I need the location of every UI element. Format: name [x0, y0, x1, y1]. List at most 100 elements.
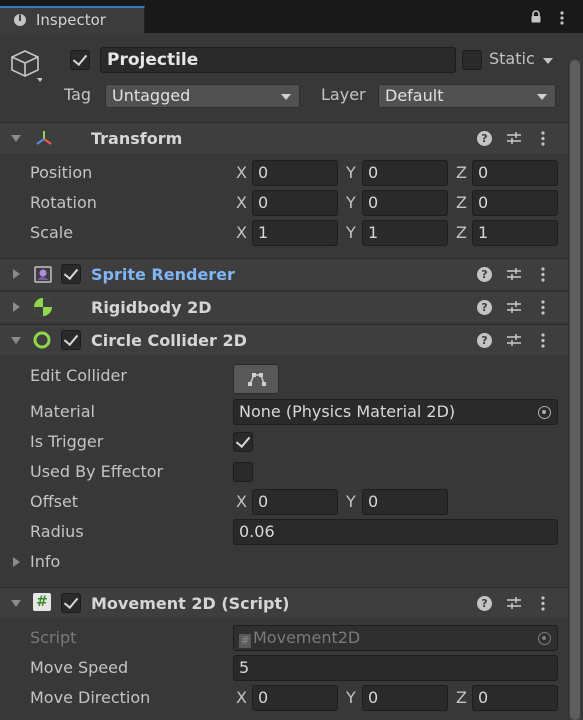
offset-y-axis: Y	[346, 492, 356, 511]
info-icon	[14, 11, 26, 26]
rigidbody-foldout-icon[interactable]	[13, 302, 20, 312]
sprite-renderer-enabled-checkbox[interactable]	[61, 264, 81, 284]
movement-header[interactable]: # Movement 2D (Script) ?	[0, 587, 568, 618]
context-menu-icon[interactable]	[541, 267, 545, 282]
transform-title: Transform	[91, 129, 183, 148]
move-speed-label: Move Speed	[30, 658, 129, 677]
presets-icon[interactable]	[506, 131, 522, 145]
edit-collider-button[interactable]	[233, 364, 279, 394]
radius-field[interactable]: 0.06	[233, 519, 558, 545]
gameobject-name-input[interactable]: Projectile	[100, 47, 456, 73]
transform-header[interactable]: Transform ?	[0, 122, 568, 153]
rotation-z-field[interactable]: 0	[472, 190, 558, 216]
script-file-icon: #	[239, 634, 251, 648]
sprite-renderer-title: Sprite Renderer	[91, 265, 235, 284]
scale-x-field[interactable]: 1	[252, 220, 338, 246]
offset-x-field[interactable]: 0	[252, 489, 338, 515]
rotation-x-field[interactable]: 0	[252, 190, 338, 216]
layer-label: Layer	[321, 85, 366, 104]
rotation-label: Rotation	[30, 193, 97, 212]
context-menu-icon[interactable]	[541, 333, 545, 348]
move-speed-field[interactable]: 5	[233, 655, 558, 681]
gameobject-cube-icon[interactable]	[10, 48, 42, 84]
circle-collider-foldout-icon[interactable]	[11, 337, 21, 344]
used-by-effector-label: Used By Effector	[30, 462, 164, 481]
position-x-field[interactable]: 0	[252, 160, 338, 186]
circle-collider-header[interactable]: Circle Collider 2D ?	[0, 324, 568, 355]
help-icon[interactable]: ?	[477, 333, 492, 348]
rigidbody-header[interactable]: Rigidbody 2D ?	[0, 291, 568, 322]
info-foldout-icon[interactable]	[13, 557, 20, 567]
position-x-axis: X	[236, 163, 247, 182]
context-menu-icon[interactable]	[541, 596, 545, 611]
help-icon[interactable]: ?	[477, 131, 492, 146]
direction-x-axis: X	[236, 688, 247, 707]
scale-z-axis: Z	[456, 223, 467, 242]
is-trigger-label: Is Trigger	[30, 432, 104, 451]
direction-y-field[interactable]: 0	[362, 685, 448, 711]
gameobject-active-checkbox[interactable]	[70, 50, 90, 70]
scale-x-axis: X	[236, 223, 247, 242]
sprite-renderer-header[interactable]: Sprite Renderer ?	[0, 258, 568, 289]
rotation-y-field[interactable]: 0	[362, 190, 448, 216]
script-hash-icon: #	[33, 593, 51, 611]
tab-inspector-label: Inspector	[36, 11, 106, 29]
circle-collider-enabled-checkbox[interactable]	[61, 330, 81, 350]
help-icon[interactable]: ?	[477, 267, 492, 282]
sprite-renderer-icon	[34, 266, 52, 283]
material-label: Material	[30, 402, 95, 421]
transform-icon	[36, 131, 52, 145]
script-picker-icon	[538, 632, 551, 645]
context-menu-icon[interactable]	[541, 131, 545, 146]
movement-enabled-checkbox[interactable]	[61, 593, 81, 613]
is-trigger-checkbox[interactable]	[233, 432, 253, 452]
tab-menu-icon[interactable]	[560, 11, 564, 25]
movement-foldout-icon[interactable]	[11, 600, 21, 607]
layer-value: Default	[385, 86, 444, 105]
info-label[interactable]: Info	[30, 552, 60, 571]
move-direction-label: Move Direction	[30, 688, 151, 707]
script-field: # Movement2D	[233, 625, 558, 651]
lock-icon[interactable]	[530, 10, 542, 23]
position-y-axis: Y	[346, 163, 356, 182]
presets-icon[interactable]	[506, 333, 522, 347]
position-z-field[interactable]: 0	[472, 160, 558, 186]
direction-z-field[interactable]: 0	[472, 685, 558, 711]
help-icon[interactable]: ?	[477, 300, 492, 315]
tag-label: Tag	[64, 85, 92, 104]
position-label: Position	[30, 163, 93, 182]
direction-x-field[interactable]: 0	[252, 685, 338, 711]
static-checkbox[interactable]	[462, 50, 482, 70]
presets-icon[interactable]	[506, 596, 522, 610]
edit-collider-label: Edit Collider	[30, 366, 127, 385]
scale-y-field[interactable]: 1	[362, 220, 448, 246]
sprite-renderer-foldout-icon[interactable]	[13, 269, 20, 279]
rotation-y-axis: Y	[346, 193, 356, 212]
tag-dropdown[interactable]: Untagged	[105, 84, 300, 108]
scale-z-field[interactable]: 1	[472, 220, 558, 246]
used-by-effector-checkbox[interactable]	[233, 462, 253, 482]
material-field[interactable]: None (Physics Material 2D)	[233, 399, 558, 425]
direction-y-axis: Y	[346, 688, 356, 707]
transform-foldout-icon[interactable]	[11, 135, 21, 142]
edit-collider-icon	[248, 373, 266, 386]
static-label: Static	[489, 49, 535, 68]
rotation-z-axis: Z	[456, 193, 467, 212]
context-menu-icon[interactable]	[541, 300, 545, 315]
static-dropdown-arrow-icon[interactable]	[543, 58, 553, 64]
help-icon[interactable]: ?	[477, 596, 492, 611]
layer-dropdown[interactable]: Default	[378, 84, 556, 108]
presets-icon[interactable]	[506, 267, 522, 281]
scale-y-axis: Y	[346, 223, 356, 242]
direction-z-axis: Z	[456, 688, 467, 707]
circle-collider-title: Circle Collider 2D	[91, 331, 247, 350]
scrollbar-thumb[interactable]	[570, 60, 580, 720]
presets-icon[interactable]	[506, 300, 522, 314]
offset-y-field[interactable]: 0	[362, 489, 448, 515]
object-picker-icon[interactable]	[538, 406, 551, 419]
tab-inspector[interactable]: Inspector	[0, 6, 145, 33]
movement-title: Movement 2D (Script)	[91, 594, 290, 613]
material-value: None (Physics Material 2D)	[239, 402, 456, 421]
position-y-field[interactable]: 0	[362, 160, 448, 186]
offset-label: Offset	[30, 492, 79, 511]
